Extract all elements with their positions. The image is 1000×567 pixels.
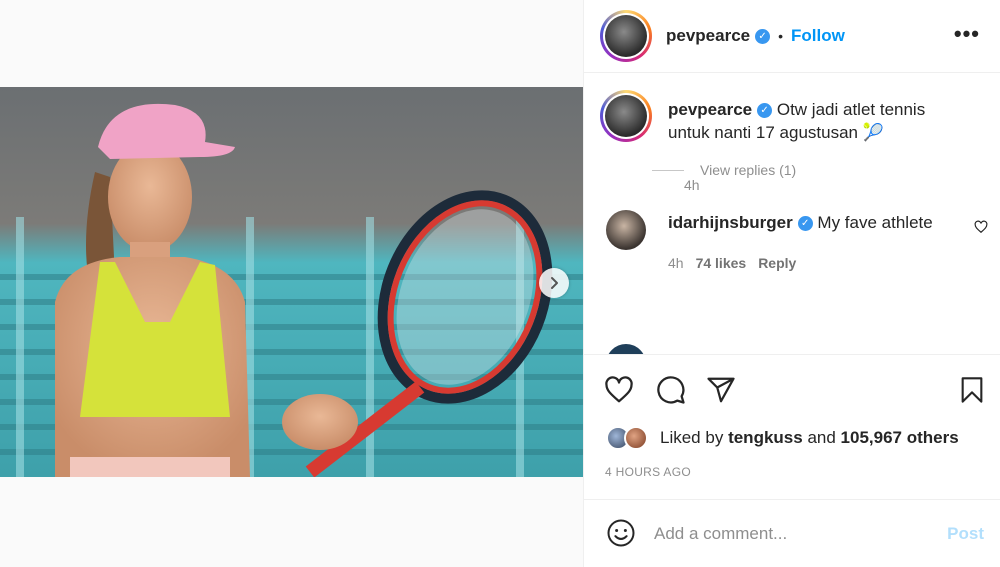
commenter-avatar[interactable] [606,210,646,250]
liker-avatars [606,424,652,452]
save-bookmark-icon[interactable] [958,375,986,410]
media-pane [0,0,583,567]
posted-time[interactable]: 4 HOURS AGO [605,465,691,479]
comment-text: My fave athlete [817,213,933,232]
tennis-player-image [0,87,583,477]
likes-conjunction: and [807,428,836,447]
liker-avatar [624,426,648,450]
action-bar [584,354,1000,424]
caption-username[interactable]: pevpearce [668,100,752,119]
author-avatar[interactable] [600,10,652,62]
caption-time: 4h [684,177,700,193]
share-icon[interactable] [706,375,736,410]
carousel-next-button[interactable] [539,268,569,298]
comment-likes[interactable]: 74 likes [696,255,747,271]
add-comment-bar: Post [584,499,1000,567]
author-username[interactable]: pevpearce [666,26,750,46]
view-replies-button[interactable]: View replies (1) [652,162,796,178]
verified-badge-icon: ✓ [757,103,773,119]
verified-badge-icon: ✓ [797,216,813,232]
post-detail-panel: pevpearce ✓ • Follow ••• pevpearce ✓ Otw … [583,0,1000,567]
more-options-icon[interactable]: ••• [954,23,980,45]
post-comment-button[interactable]: Post [947,524,984,544]
liker-username[interactable]: tengkuss [728,428,803,448]
next-comment-avatar [606,344,646,354]
comment-meta: 4h 74 likes Reply [668,255,796,271]
post-header: pevpearce ✓ • Follow ••• [584,0,1000,73]
separator-bullet: • [778,28,784,44]
comment-time: 4h [668,255,684,271]
chevron-right-icon [551,277,558,289]
likes-others-count[interactable]: 105,967 others [841,428,959,448]
follow-button[interactable]: Follow [791,26,845,46]
tennis-racket-emoji: 🎾 [862,123,884,142]
comments-list[interactable]: pevpearce ✓ Otw jadi atlet tennis untuk n… [584,74,1000,354]
view-replies-label: View replies (1) [700,162,797,178]
verified-badge-icon: ✓ [755,28,771,44]
comment-input[interactable] [654,520,934,548]
emoji-icon[interactable] [606,518,636,553]
comment-icon[interactable] [656,375,686,410]
replies-divider [652,169,684,171]
reply-button[interactable]: Reply [758,255,796,271]
likes-prefix: Liked by [660,428,724,447]
caption-text-block: pevpearce ✓ Otw jadi atlet tennis untuk n… [668,98,968,144]
comment-text-block: idarhijnsburger ✓ My fave athlete [668,212,933,234]
post-photo[interactable] [0,87,583,477]
commenter-username[interactable]: idarhijnsburger [668,213,793,232]
likes-summary: Liked by tengkuss and 105,967 others [606,424,959,452]
comment-like-icon[interactable] [974,220,988,239]
caption-avatar[interactable] [600,90,652,142]
like-icon[interactable] [604,375,634,410]
